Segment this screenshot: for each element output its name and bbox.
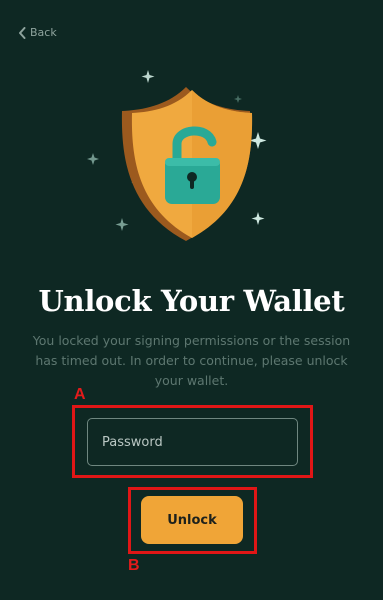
chevron-left-icon — [19, 26, 26, 39]
sparkle-icon — [234, 95, 242, 103]
sparkle-icon — [87, 153, 99, 165]
back-button[interactable]: Back — [18, 26, 57, 39]
annotation-label-b: B — [128, 557, 140, 574]
sparkle-icon — [141, 70, 155, 83]
page-title: Unlock Your Wallet — [38, 284, 345, 318]
shield-unlock-illustration — [87, 70, 267, 241]
sparkle-icon — [115, 218, 129, 231]
back-label: Back — [30, 26, 57, 39]
sparkle-icon — [249, 132, 267, 149]
page-description: You locked your signing permissions or t… — [32, 333, 351, 388]
annotation-label-a: A — [74, 386, 86, 403]
password-input[interactable] — [87, 418, 298, 466]
sparkle-icon — [251, 212, 265, 225]
unlock-button[interactable]: Unlock — [141, 496, 243, 544]
